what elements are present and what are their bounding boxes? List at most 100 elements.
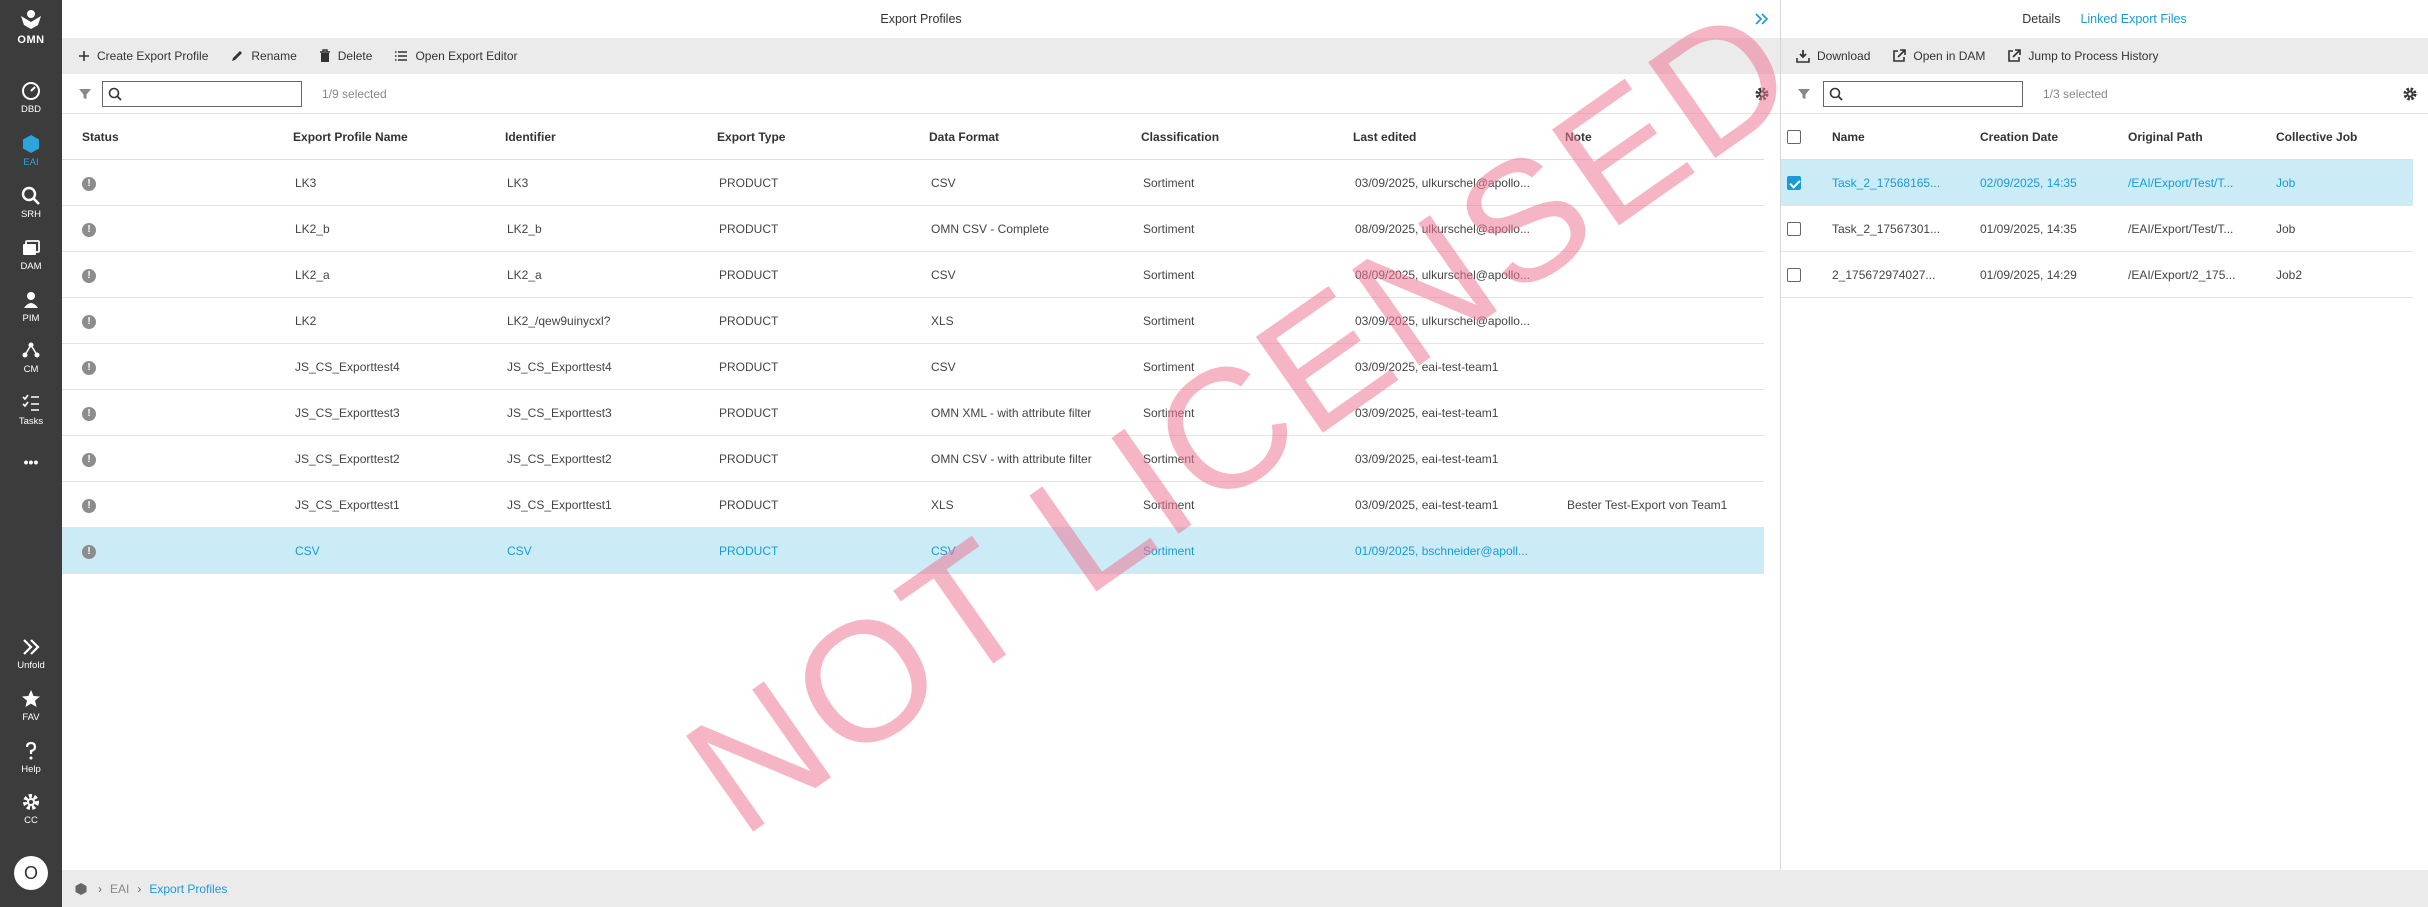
double-chevron-right-icon[interactable] [1752,9,1772,29]
search-input[interactable] [126,82,296,105]
nav-item-tasks[interactable]: Tasks [0,392,62,438]
column-header-creation-date[interactable]: Creation Date [1974,130,2122,144]
jump-to-process-history-button[interactable]: Jump to Process History [2007,49,2158,63]
nav-item-help[interactable]: Help [0,740,62,786]
open-in-dam-button[interactable]: Open in DAM [1892,49,1985,63]
nav-item-srh[interactable]: SRH [0,185,62,231]
filter-icon[interactable] [78,87,92,101]
cell-date: 01/09/2025, 14:35 [1980,221,2077,236]
nav-item-eai[interactable]: EAI [0,133,62,179]
nav-item-more[interactable]: ••• [0,452,62,472]
breadcrumb-item[interactable]: EAI [110,882,129,896]
cell-classification: Sortiment [1143,175,1195,190]
status-cell: ! [62,313,273,329]
table-row[interactable]: ! LK2_a LK2_a PRODUCT CSV Sortiment 08/09/2025… [62,252,1764,298]
checklist-icon [22,394,39,411]
cell-type: PRODUCT [719,359,779,374]
table-row[interactable]: 2_175672974027... 01/09/2025, 14:29/EAI/E… [1781,252,2413,298]
column-header-status[interactable]: Status [62,130,273,144]
cell-name: JS_CS_Exporttest2 [295,451,400,466]
nav-label: SRH [20,209,42,220]
status-cell: ! [62,405,273,421]
create-export-profile-button[interactable]: Create Export Profile [78,49,208,63]
right-filter-bar: 1/3 selected [1781,74,2428,114]
external-link-icon [1893,49,1907,62]
avatar[interactable]: O [14,856,48,890]
list-icon [395,51,408,61]
table-row[interactable]: ! CSV CSV PRODUCT CSV Sortiment 01/09/2025, bs… [62,528,1764,574]
button-label: Jump to Process History [2028,49,2159,63]
column-header-classification[interactable]: Classification [1121,130,1333,144]
nav-item-dam[interactable]: DAM [0,237,62,283]
column-header-export-type[interactable]: Export Type [697,130,909,144]
rename-button[interactable]: Rename [230,49,297,63]
download-button[interactable]: Download [1796,49,1870,63]
column-header-name[interactable]: Export Profile Name [273,130,485,144]
nav-label: Unfold [17,660,45,671]
table-row[interactable]: ! JS_CS_Exporttest4 JS_CS_Exporttest4 PRODU… [62,344,1764,390]
nav-rail: OMN DBD EAI SRH DAM PIM CM Tasks ••• Unf… [0,0,62,907]
table-row[interactable]: Task_2_17567301... 01/09/2025, 14:35/EAI/… [1781,206,2413,252]
images-icon [23,240,40,255]
column-header-name[interactable]: Name [1826,130,1974,144]
table-row[interactable]: ! JS_CS_Exporttest1 JS_CS_Exporttest1 PRODU… [62,482,1764,528]
right-search-input[interactable] [1847,82,2017,105]
column-header-identifier[interactable]: Identifier [485,130,697,144]
settings-gear-icon[interactable] [2402,86,2418,102]
nav-item-cm[interactable]: CM [0,340,62,386]
search-icon [21,186,40,205]
cell-edited: 08/09/2025, ulkurschel@apollo... [1355,221,1530,236]
cell-classification: Sortiment [1143,497,1195,512]
cell-edited: 08/09/2025, ulkurschel@apollo... [1355,267,1530,282]
open-export-editor-button[interactable]: Open Export Editor [394,49,518,63]
app-logo[interactable]: OMN [0,8,62,46]
table-row[interactable]: ! LK2_b LK2_b PRODUCT OMN CSV - Complete Sort… [62,206,1764,252]
cell-name: LK3 [295,175,317,190]
download-icon [1796,50,1810,63]
nav-item-cc[interactable]: CC [0,791,62,837]
plus-icon [79,51,89,61]
row-checkbox[interactable] [1787,267,1801,282]
filter-icon[interactable] [1797,87,1811,101]
cell-identifier: JS_CS_Exporttest2 [507,451,612,466]
cell-name: LK2 [295,313,317,328]
cell-classification: Sortiment [1143,221,1195,236]
nav-item-unfold[interactable]: Unfold [0,636,62,682]
column-header-collective-job[interactable]: Collective Job [2270,130,2408,144]
settings-gear-icon[interactable] [1754,86,1770,102]
button-label: Download [1817,49,1871,63]
column-header-data-format[interactable]: Data Format [909,130,1121,144]
cell-format: OMN CSV - with attribute filter [931,451,1092,466]
table-row[interactable]: Task_2_17568165... 02/09/2025, 14:35/EAI/… [1781,160,2413,206]
column-header-original-path[interactable]: Original Path [2122,130,2270,144]
table-row[interactable]: ! LK2 LK2_/qew9uinycxl? PRODUCT XLS Sortiment… [62,298,1764,344]
column-header-last-edited[interactable]: Last edited [1333,130,1545,144]
cell-classification: Sortiment [1143,451,1195,466]
tab-details[interactable]: Details [2022,12,2060,26]
row-checkbox[interactable] [1787,175,1801,190]
column-header-note[interactable]: Note [1545,130,1764,144]
delete-button[interactable]: Delete [319,49,372,63]
linked-files-panel: Details Linked Export Files Download Ope… [1781,0,2428,870]
cell-name: JS_CS_Exporttest4 [295,359,400,374]
detail-tabs: Details Linked Export Files [1781,0,2428,38]
nav-item-fav[interactable]: FAV [0,688,62,734]
table-row[interactable]: ! JS_CS_Exporttest2 JS_CS_Exporttest2 PRODU… [62,436,1764,482]
right-search-box[interactable] [1823,80,2023,107]
search-box[interactable] [102,80,302,107]
row-checkbox[interactable] [1787,221,1801,236]
external-link-icon [2008,49,2022,62]
selection-count: 1/9 selected [322,86,387,101]
nav-item-pim[interactable]: PIM [0,289,62,335]
button-label: Open in DAM [1913,49,1986,63]
cell-identifier: LK2_a [507,267,542,282]
tab-linked-export-files[interactable]: Linked Export Files [2080,12,2186,26]
nav-label: CM [23,364,39,375]
select-all-checkbox[interactable] [1787,129,1801,144]
table-row[interactable]: ! LK3 LK3 PRODUCT CSV Sortiment 03/09/2025, ul… [62,160,1764,206]
cube-icon[interactable] [74,882,88,896]
table-row[interactable]: ! JS_CS_Exporttest3 JS_CS_Exporttest3 PRODU… [62,390,1764,436]
cell-format: OMN CSV - Complete [931,221,1050,236]
nav-item-dbd[interactable]: DBD [0,80,62,126]
breadcrumb-item-current[interactable]: Export Profiles [149,882,227,896]
